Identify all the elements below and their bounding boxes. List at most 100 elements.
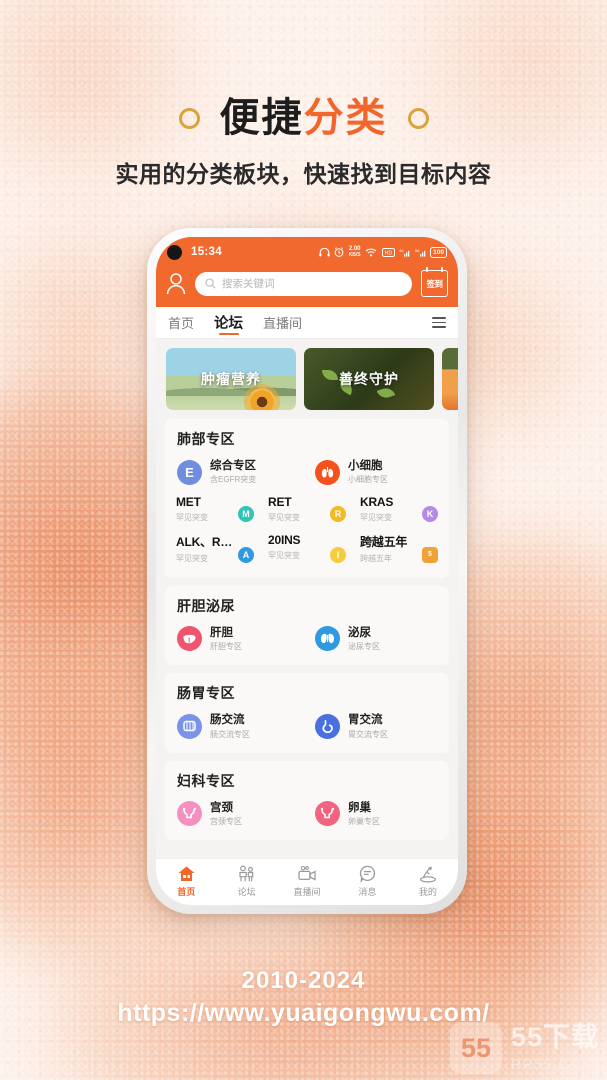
category-subtitle: 宫颈专区: [210, 817, 242, 827]
alarm-icon: [334, 247, 344, 257]
category-item[interactable]: RET 罕见突变 R: [261, 493, 353, 525]
category-subtitle: 罕见突变: [176, 553, 208, 563]
stomach-icon: [315, 713, 340, 739]
category-title: 肝胆: [210, 626, 233, 639]
category-subtitle: 罕见突变: [360, 512, 392, 522]
category-item[interactable]: ALK、ROS... 罕见突变 A: [169, 531, 261, 566]
category-item[interactable]: 卵巢 卵巢专区: [307, 799, 445, 830]
kidney-icon: [315, 626, 340, 652]
category-subtitle: 罕见突变: [268, 512, 300, 522]
page-title: 便捷分类: [220, 98, 388, 138]
category-item[interactable]: 跨越五年 跨越五年 5: [353, 531, 445, 566]
section-row: MET 罕见突变 M RET 罕见突变 R KRAS 罕见突变 K: [165, 493, 449, 531]
category-title: ALK、ROS...: [176, 534, 238, 549]
forum-icon: [239, 865, 254, 881]
home-icon: [178, 866, 195, 881]
letter-i-badge: I: [330, 546, 346, 563]
banner-label: 善终守护: [339, 371, 399, 387]
nav-label: 直播间: [293, 886, 321, 897]
banner-card[interactable]: 肿瘤营养: [166, 348, 296, 410]
category-item[interactable]: 小细胞 小细胞专区: [307, 457, 445, 488]
letter-a-badge: A: [238, 546, 254, 563]
banner-card-partial[interactable]: [442, 348, 458, 410]
watermark-subtitle: RR55.COM: [510, 1056, 596, 1072]
category-title: 20INS: [268, 532, 301, 547]
watermark: 55 55下载 RR55.COM: [449, 1022, 599, 1074]
category-item[interactable]: 20INS 罕见突变 I: [261, 531, 353, 566]
search-icon: [205, 278, 216, 289]
letter-r-badge: R: [330, 505, 346, 522]
footer-block: 2010-2024 https://www.yuaigongwu.com/: [0, 967, 607, 1028]
category-title: 肠交流: [210, 714, 245, 727]
phone-mockup: 15:34 2.00 KB/S HD 46 56 100 搜索关键词 签到 首页…: [147, 228, 467, 914]
app-header: 搜索关键词 签到: [156, 267, 458, 307]
category-title: 卵巢: [348, 801, 371, 814]
category-item[interactable]: 宫颈 宫颈专区: [169, 799, 307, 830]
category-subtitle: 胃交流专区: [348, 729, 388, 739]
category-item[interactable]: 肝胆 肝胆专区: [169, 624, 307, 655]
section-card-gastro: 肠胃专区 肠交流 肠交流专区 胃交流 胃交流专区: [165, 673, 449, 753]
category-subtitle: 肝胆专区: [210, 641, 242, 651]
hamburger-icon[interactable]: [432, 317, 446, 328]
wifi-icon: [365, 248, 377, 256]
ovary-icon: [315, 801, 340, 827]
section-card-lung: 肺部专区 E 综合专区 含EGFR突变 小细胞 小细胞专区 MET 罕见突变 M…: [165, 419, 449, 578]
category-item[interactable]: 肠交流 肠交流专区: [169, 711, 307, 742]
checkin-button[interactable]: 签到: [421, 267, 448, 297]
camera-punch-hole: [167, 244, 182, 260]
nav-item-profile[interactable]: 我的: [398, 865, 458, 898]
nav-item-live[interactable]: 直播间: [277, 865, 337, 898]
section-title: 肝胆泌尿: [177, 597, 235, 614]
search-input[interactable]: 搜索关键词: [195, 271, 412, 296]
section-row: ALK、ROS... 罕见突变 A 20INS 罕见突变 I 跨越五年跨越五年 5: [165, 531, 449, 572]
watermark-logo: 55: [449, 1022, 502, 1074]
video-camera-icon: [297, 865, 316, 881]
profile-icon: [419, 866, 436, 882]
liver-icon: [177, 626, 202, 652]
nav-item-home[interactable]: 首页: [156, 865, 216, 898]
letter-k-badge: K: [422, 505, 438, 522]
sunflower-icon: [248, 388, 276, 410]
svg-text:46: 46: [399, 248, 404, 253]
section-row: 宫颈宫颈专区 卵巢 卵巢专区: [165, 799, 449, 835]
network-speed-icon: 2.00 KB/S: [348, 246, 361, 258]
section-card-gynecology: 妇科专区 宫颈 宫颈专区 卵巢 卵巢专区: [165, 760, 449, 841]
category-item[interactable]: E 综合专区 含EGFR突变: [169, 457, 307, 488]
category-subtitle: 小细胞专区: [348, 475, 388, 485]
tab-home[interactable]: 首页: [168, 307, 194, 338]
category-title: 小细胞: [348, 460, 383, 472]
tab-forum[interactable]: 论坛: [214, 307, 243, 338]
tab-live[interactable]: 直播间: [263, 307, 302, 338]
nav-item-message[interactable]: 消息: [337, 865, 397, 898]
category-title: RET: [268, 494, 292, 509]
category-title: 综合专区: [210, 460, 256, 472]
category-subtitle: 罕见突变: [268, 550, 300, 560]
lungs-icon: [315, 459, 340, 485]
category-title: 泌尿: [348, 626, 371, 639]
nav-item-forum[interactable]: 论坛: [216, 865, 276, 898]
letter-e-icon: E: [177, 459, 202, 485]
category-title: 宫颈: [210, 801, 233, 814]
category-item[interactable]: 胃交流 胃交流专区: [307, 711, 445, 742]
banner-card[interactable]: 善终守护: [304, 348, 434, 410]
category-item[interactable]: KRAS 罕见突变 K: [353, 493, 445, 525]
nav-label: 论坛: [237, 886, 256, 897]
headphone-icon: [318, 247, 330, 256]
banner-carousel[interactable]: 肿瘤营养 善终守护: [156, 348, 458, 419]
category-item[interactable]: 泌尿 泌尿专区: [307, 624, 445, 655]
nav-label: 我的: [418, 886, 437, 897]
section-row: 肠交流肠交流专区 胃交流 胃交流专区: [165, 711, 449, 747]
watermark-title: 55下载: [510, 1022, 599, 1052]
signal-1-icon: 46: [399, 248, 410, 257]
five-years-badge: 5: [422, 546, 438, 563]
headline-block: 便捷分类 实用的分类板块，快速找到目标内容: [0, 98, 607, 189]
category-item[interactable]: MET 罕见突变 M: [169, 493, 261, 525]
letter-m-badge: M: [238, 505, 254, 522]
nav-label: 消息: [358, 886, 377, 897]
category-subtitle: 肠交流专区: [210, 729, 250, 739]
category-title: KRAS: [360, 494, 394, 509]
person-icon[interactable]: [166, 272, 186, 295]
svg-text:56: 56: [415, 248, 420, 253]
category-subtitle: 跨越五年: [360, 553, 392, 563]
content-scroll-area[interactable]: 肿瘤营养 善终守护 肺部专区 E 综合专区 含EGFR突变 小细胞 小细胞专区 …: [156, 339, 458, 858]
